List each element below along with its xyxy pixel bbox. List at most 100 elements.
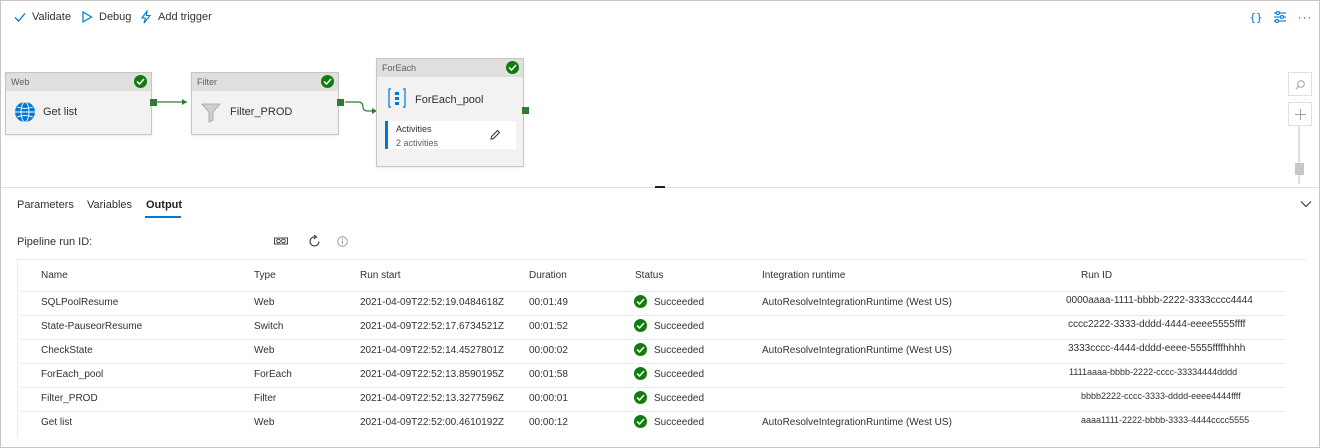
chevron-down-icon[interactable] bbox=[1300, 199, 1312, 209]
lightning-icon bbox=[140, 10, 152, 24]
search-icon bbox=[1295, 79, 1305, 89]
succeeded-icon bbox=[634, 367, 647, 380]
add-trigger-label: Add trigger bbox=[158, 11, 212, 23]
cell-run-id[interactable]: 0000aaaa-1111-bbbb-2222-3333cccc4444 bbox=[1066, 295, 1253, 306]
column-header-name[interactable]: Name bbox=[41, 270, 68, 281]
table-row[interactable]: Filter_PROD Filter 2021-04-09T22:52:13.3… bbox=[20, 387, 1285, 412]
column-header-integration-runtime[interactable]: Integration runtime bbox=[762, 270, 845, 281]
cell-name: Filter_PROD bbox=[41, 393, 98, 404]
add-trigger-button[interactable]: Add trigger bbox=[139, 9, 212, 25]
debug-button[interactable]: Debug bbox=[80, 9, 131, 25]
column-header-status[interactable]: Status bbox=[635, 270, 663, 281]
zoom-search-button[interactable] bbox=[1288, 72, 1312, 96]
cell-runtime: AutoResolveIntegrationRuntime (West US) bbox=[762, 417, 952, 428]
validate-label: Validate bbox=[32, 11, 71, 23]
cell-duration: 00:01:58 bbox=[529, 369, 568, 380]
edit-pencil-icon[interactable] bbox=[490, 129, 501, 140]
cell-name: ForEach_pool bbox=[41, 369, 104, 380]
cell-run-id[interactable]: cccc2222-3333-dddd-4444-eeee5555ffff bbox=[1068, 319, 1245, 330]
view-glasses-icon[interactable] bbox=[274, 234, 288, 248]
succeeded-icon bbox=[634, 415, 647, 428]
cell-run-start: 2021-04-09T22:52:14.4527801Z bbox=[360, 345, 505, 356]
cell-run-start: 2021-04-09T22:52:00.4610192Z bbox=[360, 417, 505, 428]
cell-duration: 00:00:02 bbox=[529, 345, 568, 356]
column-header-run-start[interactable]: Run start bbox=[360, 270, 401, 281]
cell-status: Succeeded bbox=[654, 321, 705, 332]
cell-run-id[interactable]: 1111aaaa-bbbb-2222-cccc-33334444dddd bbox=[1069, 367, 1237, 377]
node-label: Get list bbox=[43, 106, 78, 118]
node-label: ForEach_pool bbox=[415, 94, 484, 106]
refresh-icon[interactable] bbox=[307, 234, 321, 248]
more-icon[interactable]: ··· bbox=[1297, 9, 1313, 25]
output-port[interactable] bbox=[522, 107, 529, 114]
resize-handle[interactable] bbox=[655, 186, 665, 188]
tab-output[interactable]: Output bbox=[146, 199, 182, 211]
cell-run-id[interactable]: 3333cccc-4444-dddd-eeee-5555ffffhhhh bbox=[1068, 343, 1245, 354]
output-port[interactable] bbox=[150, 99, 157, 106]
cell-status: Succeeded bbox=[654, 297, 705, 308]
debug-label: Debug bbox=[99, 11, 132, 23]
activities-title: Activities bbox=[396, 124, 432, 134]
active-tab-indicator bbox=[145, 216, 181, 218]
cell-status: Succeeded bbox=[654, 393, 705, 404]
cell-type: Web bbox=[254, 297, 275, 308]
cell-run-start: 2021-04-09T22:52:13.3277596Z bbox=[360, 393, 505, 404]
table-row[interactable]: State-PauseorResume Switch 2021-04-09T22… bbox=[20, 315, 1285, 340]
cell-duration: 00:01:49 bbox=[529, 297, 568, 308]
table-row[interactable]: SQLPoolResume Web 2021-04-09T22:52:19.04… bbox=[20, 291, 1285, 316]
node-label: Filter_PROD bbox=[230, 106, 293, 118]
play-icon bbox=[82, 10, 93, 24]
cell-runtime: AutoResolveIntegrationRuntime (West US) bbox=[762, 345, 952, 356]
globe-icon bbox=[15, 101, 35, 123]
pipeline-run-id-label: Pipeline run ID: bbox=[17, 236, 93, 248]
info-icon[interactable] bbox=[335, 234, 349, 248]
plus-icon bbox=[1294, 108, 1306, 120]
zoom-in-button[interactable] bbox=[1288, 102, 1312, 126]
cell-name: Get list bbox=[41, 417, 73, 428]
table-row[interactable]: CheckState Web 2021-04-09T22:52:14.45278… bbox=[20, 339, 1285, 364]
cell-type: Web bbox=[254, 417, 275, 428]
cell-type: Filter bbox=[254, 393, 277, 404]
column-header-type[interactable]: Type bbox=[254, 270, 276, 281]
zoom-slider-thumb[interactable] bbox=[1295, 163, 1304, 175]
activity-node-foreach[interactable]: ForEach ForEach_pool Activities 2 activi… bbox=[376, 58, 524, 167]
column-header-duration[interactable]: Duration bbox=[529, 270, 567, 281]
node-type-label: ForEach bbox=[377, 59, 523, 77]
cell-type: Switch bbox=[254, 321, 284, 332]
cell-name: SQLPoolResume bbox=[41, 297, 119, 308]
table-row[interactable]: Get list Web 2021-04-09T22:52:00.4610192… bbox=[20, 411, 1285, 436]
pipeline-canvas[interactable]: Web Get list Filter Filter_PROD ForEach … bbox=[1, 34, 1319, 187]
tab-variables[interactable]: Variables bbox=[87, 199, 132, 211]
column-header-run-id[interactable]: Run ID bbox=[1081, 270, 1112, 281]
succeeded-icon bbox=[634, 343, 647, 356]
output-port[interactable] bbox=[337, 99, 344, 106]
cell-duration: 00:01:52 bbox=[529, 321, 568, 332]
activity-node-web[interactable]: Web Get list bbox=[5, 72, 152, 135]
cell-run-id[interactable]: aaaa1111-2222-bbbb-3333-4444cccc5555 bbox=[1081, 415, 1249, 425]
node-type-label: Web bbox=[6, 73, 151, 91]
activities-count: 2 activities bbox=[396, 138, 439, 148]
succeeded-icon bbox=[634, 319, 647, 332]
success-check-icon bbox=[321, 75, 334, 88]
cell-runtime: AutoResolveIntegrationRuntime (West US) bbox=[762, 297, 952, 308]
cell-name: State-PauseorResume bbox=[41, 321, 143, 332]
table-row[interactable]: ForEach_pool ForEach 2021-04-09T22:52:13… bbox=[20, 363, 1285, 388]
success-check-icon bbox=[134, 75, 147, 88]
properties-icon[interactable] bbox=[1272, 9, 1288, 25]
cell-status: Succeeded bbox=[654, 369, 705, 380]
cell-status: Succeeded bbox=[654, 345, 705, 356]
code-braces-icon[interactable]: {} bbox=[1248, 9, 1264, 25]
cell-run-start: 2021-04-09T22:52:13.8590195Z bbox=[360, 369, 505, 380]
success-check-icon bbox=[506, 61, 519, 74]
cell-run-id[interactable]: bbbb2222-cccc-3333-dddd-eeee4444ffff bbox=[1081, 391, 1241, 401]
tab-parameters[interactable]: Parameters bbox=[17, 199, 74, 211]
activity-node-filter[interactable]: Filter Filter_PROD bbox=[191, 72, 339, 135]
zoom-slider-track[interactable] bbox=[1298, 126, 1300, 184]
cell-duration: 00:00:01 bbox=[529, 393, 568, 404]
node-type-text: Web bbox=[11, 77, 30, 87]
filter-icon bbox=[201, 103, 221, 123]
activities-panel[interactable]: Activities 2 activities bbox=[385, 121, 516, 149]
cell-duration: 00:00:12 bbox=[529, 417, 568, 428]
validate-button[interactable]: Validate bbox=[13, 9, 71, 25]
node-type-text: Filter bbox=[197, 77, 217, 87]
